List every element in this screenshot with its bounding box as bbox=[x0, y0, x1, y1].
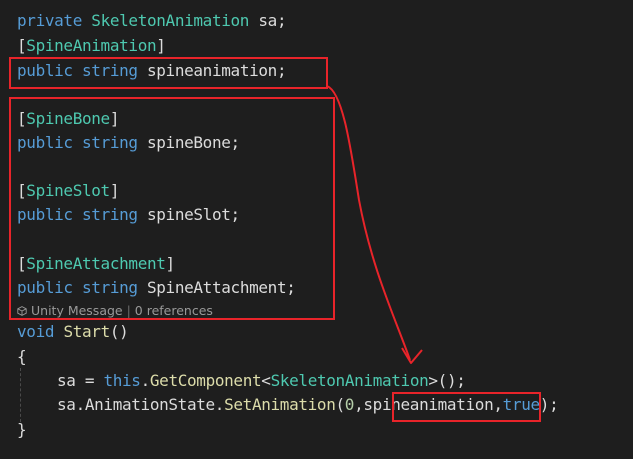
variable-sa: sa bbox=[57, 371, 76, 390]
attribute-spine-animation: SpineAnimation bbox=[26, 36, 157, 55]
arrow-head-icon bbox=[401, 347, 423, 364]
method-get-component: GetComponent bbox=[149, 371, 262, 390]
field-name-spineslot: spineSlot; bbox=[137, 205, 240, 224]
bracket-close: ] bbox=[156, 36, 166, 55]
codelens-separator: | bbox=[122, 303, 135, 318]
keyword-public: public bbox=[17, 278, 73, 297]
bracket-close: ] bbox=[109, 181, 120, 200]
number-zero: 0 bbox=[344, 395, 355, 414]
keyword-public: public bbox=[17, 205, 73, 224]
bracket-close: ] bbox=[165, 254, 176, 273]
bracket-close: ] bbox=[109, 109, 120, 128]
code-line-spine-bone-attribute: [SpineBone] bbox=[17, 107, 120, 131]
codelens-hint[interactable]: Unity Message | 0 references bbox=[17, 302, 213, 320]
keyword-private: private bbox=[17, 11, 82, 30]
keyword-void: void bbox=[17, 322, 55, 341]
keyword-public: public bbox=[17, 61, 73, 80]
keyword-this: this bbox=[103, 371, 141, 390]
code-line-open-brace: { bbox=[17, 345, 27, 369]
comma: , bbox=[493, 395, 503, 414]
keyword-public: public bbox=[17, 133, 73, 152]
method-parens: () bbox=[109, 322, 129, 341]
code-line-spine-animation-attribute: [SpineAnimation] bbox=[17, 34, 166, 58]
codelens-unity-message[interactable]: Unity Message bbox=[31, 303, 123, 318]
open-brace: { bbox=[17, 347, 27, 366]
attribute-spine-bone: SpineBone bbox=[26, 109, 110, 128]
type-skeleton-animation: SkeletonAnimation bbox=[91, 11, 250, 30]
keyword-string: string bbox=[82, 205, 138, 224]
argument-spineanimation: spineanimation bbox=[363, 395, 494, 414]
bracket-open: [ bbox=[17, 36, 27, 55]
code-line-field-declaration: private SkeletonAnimation sa; bbox=[17, 9, 287, 33]
code-line-get-component: sa = this.GetComponent<SkeletonAnimation… bbox=[57, 369, 466, 393]
keyword-true: true bbox=[502, 395, 540, 414]
method-name-start: Start bbox=[63, 322, 110, 341]
code-editor[interactable]: private SkeletonAnimation sa; [SpineAnim… bbox=[0, 0, 633, 459]
keyword-string: string bbox=[82, 133, 138, 152]
code-line-start-method: void Start() bbox=[17, 320, 129, 344]
code-line-set-animation: sa.AnimationState.SetAnimation(0,spinean… bbox=[57, 393, 559, 417]
animation-state-access: sa.AnimationState. bbox=[57, 395, 225, 414]
bracket-open: [ bbox=[17, 109, 27, 128]
field-name-sa: sa; bbox=[249, 11, 287, 30]
field-name-spineattachment: SpineAttachment; bbox=[137, 278, 296, 297]
bracket-open: [ bbox=[17, 181, 27, 200]
generic-close-call: >(); bbox=[428, 371, 466, 390]
code-line-spineanimation-field: public string spineanimation; bbox=[17, 59, 287, 83]
paren-close: ); bbox=[539, 395, 559, 414]
annotation-arrow bbox=[326, 85, 411, 361]
assignment-operator: = bbox=[75, 371, 104, 390]
code-line-spine-slot-attribute: [SpineSlot] bbox=[17, 179, 120, 203]
comma: , bbox=[354, 395, 364, 414]
code-line-spineattachment-field: public string SpineAttachment; bbox=[17, 276, 296, 300]
field-name-spineanimation: spineanimation; bbox=[137, 61, 287, 80]
keyword-string: string bbox=[82, 278, 138, 297]
codelens-references[interactable]: 0 references bbox=[135, 303, 213, 318]
code-line-spineslot-field: public string spineSlot; bbox=[17, 203, 240, 227]
type-skeleton-animation: SkeletonAnimation bbox=[270, 371, 429, 390]
attribute-spine-attachment: SpineAttachment bbox=[26, 254, 166, 273]
code-line-spine-attachment-attribute: [SpineAttachment] bbox=[17, 252, 175, 276]
field-name-spinebone: spineBone; bbox=[137, 133, 240, 152]
bracket-open: [ bbox=[17, 254, 27, 273]
unity-cube-icon bbox=[17, 306, 27, 316]
method-set-animation: SetAnimation bbox=[224, 395, 336, 414]
code-line-spinebone-field: public string spineBone; bbox=[17, 131, 240, 155]
close-brace: } bbox=[17, 420, 27, 439]
generic-open: < bbox=[261, 371, 271, 390]
indent-guide bbox=[20, 368, 21, 422]
attribute-spine-slot: SpineSlot bbox=[26, 181, 110, 200]
member-dot: . bbox=[140, 371, 151, 390]
paren-open: ( bbox=[335, 395, 346, 414]
code-line-close-brace: } bbox=[17, 418, 27, 442]
keyword-string: string bbox=[82, 61, 138, 80]
